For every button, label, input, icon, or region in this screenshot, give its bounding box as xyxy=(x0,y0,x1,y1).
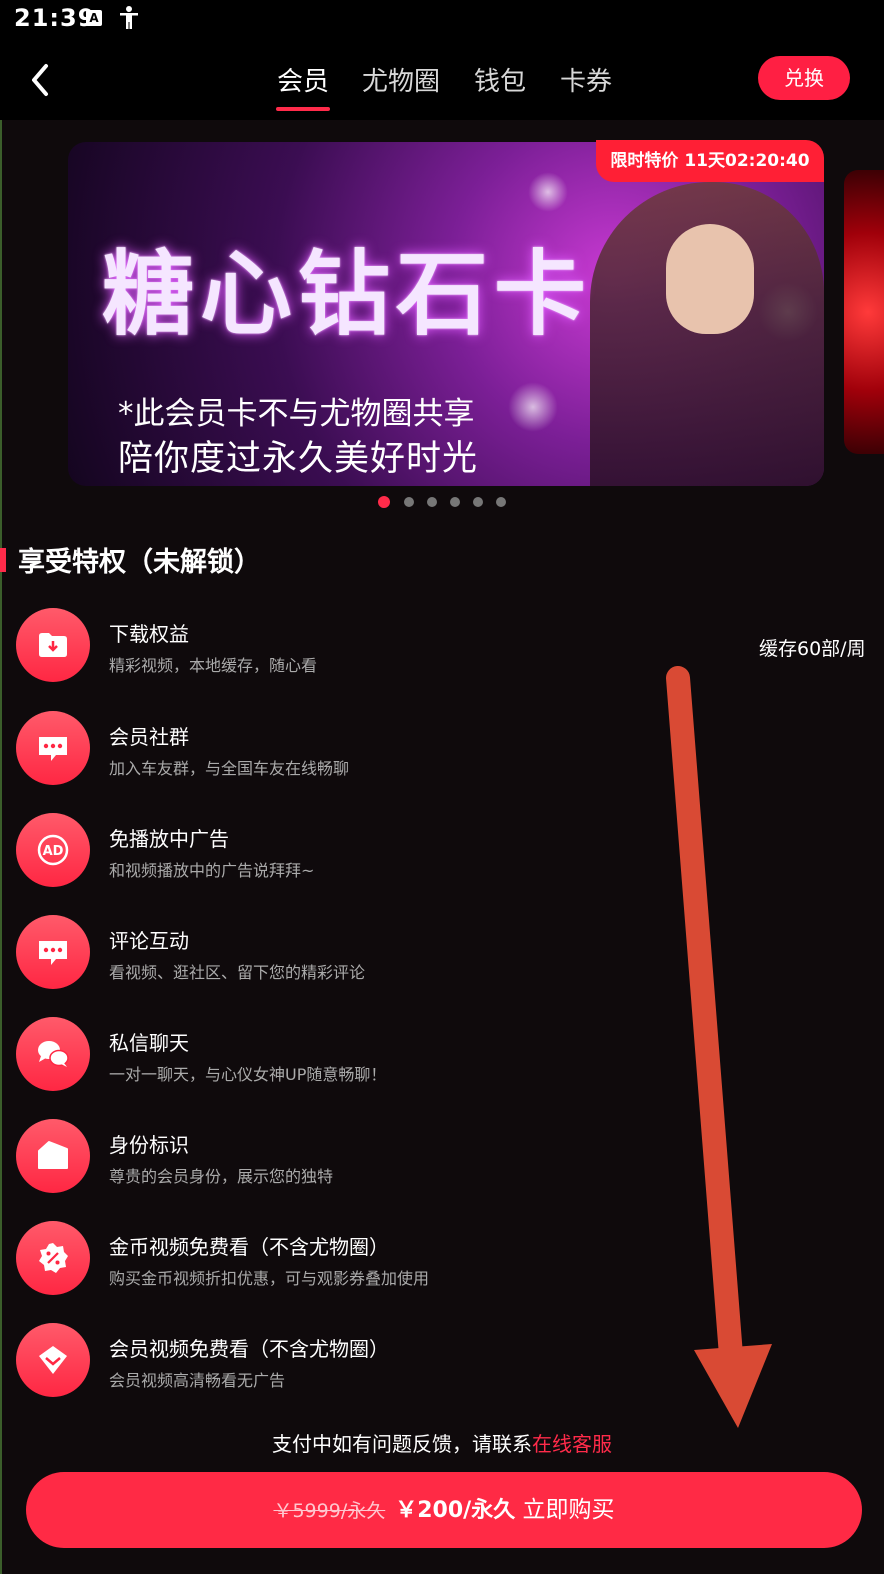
carousel-dot[interactable] xyxy=(496,497,506,507)
status-bar: 21:39 A xyxy=(0,0,884,36)
private-message-icon xyxy=(16,1017,90,1091)
status-time: 21:39 xyxy=(14,4,96,32)
privilege-item: 下载权益 精彩视频，本地缓存，随心看 xyxy=(16,608,776,682)
help-message: 支付中如有问题反馈，请联系 xyxy=(272,1432,532,1456)
privilege-item: 私信聊天 一对一聊天，与心仪女神UP随意畅聊！ xyxy=(16,1017,776,1091)
download-folder-icon xyxy=(16,608,90,682)
back-icon[interactable] xyxy=(24,60,64,100)
comment-icon xyxy=(16,915,90,989)
tab-wallet[interactable]: 钱包 xyxy=(474,61,526,98)
privilege-title: 会员视频免费看（不含尤物圈） xyxy=(109,1337,389,1361)
top-navigation: 会员 尤物圈 钱包 卡券 兑换 xyxy=(0,36,884,120)
privilege-item: 评论互动 看视频、逛社区、留下您的精彩评论 xyxy=(16,915,776,989)
privilege-desc: 看视频、逛社区、留下您的精彩评论 xyxy=(109,963,366,982)
tab-coupons[interactable]: 卡券 xyxy=(560,61,612,98)
buy-action-label: 立即购买 xyxy=(522,1497,615,1523)
svg-text:AD: AD xyxy=(43,844,64,859)
privilege-title: 下载权益 xyxy=(109,622,189,646)
section-accent-bar xyxy=(0,548,6,572)
diamond-icon xyxy=(16,1323,90,1397)
privilege-desc: 和视频播放中的广告说拜拜~ xyxy=(109,861,315,880)
banner-subtitle: *此会员卡不与尤物圈共享 xyxy=(118,396,475,432)
sparkle xyxy=(528,172,568,212)
privilege-title: 免播放中广告 xyxy=(109,827,229,851)
promo-banner[interactable]: 糖心钻石卡 *此会员卡不与尤物圈共享 陪你度过永久美好时光 xyxy=(68,142,824,486)
no-ad-icon: AD xyxy=(16,813,90,887)
current-price: ￥200/永久 xyxy=(395,1498,516,1523)
customer-service-link[interactable]: 在线客服 xyxy=(532,1432,612,1456)
privilege-title: 身份标识 xyxy=(109,1133,189,1157)
privilege-desc: 精彩视频，本地缓存，随心看 xyxy=(109,656,318,675)
window-edge xyxy=(0,0,2,1574)
buy-now-button[interactable]: ￥5999/永久 ￥200/永久 立即购买 xyxy=(26,1472,862,1548)
privilege-item: 身份标识 尊贵的会员身份，展示您的独特 xyxy=(16,1119,776,1193)
help-text: 支付中如有问题反馈，请联系在线客服 xyxy=(0,1428,884,1457)
banner-title: 糖心钻石卡 xyxy=(102,240,593,348)
privilege-item: 会员社群 加入车友群，与全国车友在线畅聊 xyxy=(16,711,776,785)
sparkle xyxy=(508,382,558,432)
model-face xyxy=(666,224,754,334)
privilege-item: 会员视频免费看（不含尤物圈） 会员视频高清畅看无广告 xyxy=(16,1323,776,1397)
next-banner-preview[interactable] xyxy=(844,170,884,454)
banner-tagline: 陪你度过永久美好时光 xyxy=(118,439,479,479)
status-a-icon: A xyxy=(86,10,102,26)
privilege-title: 私信聊天 xyxy=(109,1031,189,1055)
carousel-dot[interactable] xyxy=(450,497,460,507)
identity-tag-icon xyxy=(16,1119,90,1193)
carousel-dot[interactable] xyxy=(404,497,414,507)
privilege-title: 评论互动 xyxy=(109,929,189,953)
privilege-title: 会员社群 xyxy=(109,725,189,749)
carousel-dot[interactable] xyxy=(378,496,390,508)
active-tab-indicator xyxy=(276,107,330,111)
privilege-desc: 加入车友群，与全国车友在线畅聊 xyxy=(109,759,350,778)
redeem-button[interactable]: 兑换 xyxy=(758,56,850,100)
section-title: 享受特权（未解锁） xyxy=(18,547,261,578)
privilege-desc: 购买金币视频折扣优惠，可与观影券叠加使用 xyxy=(109,1269,430,1288)
carousel-dot[interactable] xyxy=(473,497,483,507)
limited-offer-countdown: 限时特价 11天02:20:40 xyxy=(596,140,824,182)
tab-member[interactable]: 会员 xyxy=(277,61,329,98)
privilege-desc: 一对一聊天，与心仪女神UP随意畅聊！ xyxy=(109,1065,387,1084)
privilege-item: 金币视频免费看（不含尤物圈） 购买金币视频折扣优惠，可与观影券叠加使用 xyxy=(16,1221,776,1295)
privilege-title: 金币视频免费看（不含尤物圈） xyxy=(109,1235,389,1259)
privilege-desc: 会员视频高清畅看无广告 xyxy=(109,1371,286,1390)
tab-youwuquan[interactable]: 尤物圈 xyxy=(362,61,440,98)
accessibility-icon xyxy=(118,6,140,34)
download-quota: 缓存60部/周 xyxy=(759,638,866,660)
carousel-dot[interactable] xyxy=(427,497,437,507)
chat-bubble-icon xyxy=(16,711,90,785)
discount-coin-icon xyxy=(16,1221,90,1295)
original-price: ￥5999/永久 xyxy=(273,1500,386,1522)
privilege-item: AD 免播放中广告 和视频播放中的广告说拜拜~ xyxy=(16,813,776,887)
privilege-desc: 尊贵的会员身份，展示您的独特 xyxy=(109,1167,334,1186)
